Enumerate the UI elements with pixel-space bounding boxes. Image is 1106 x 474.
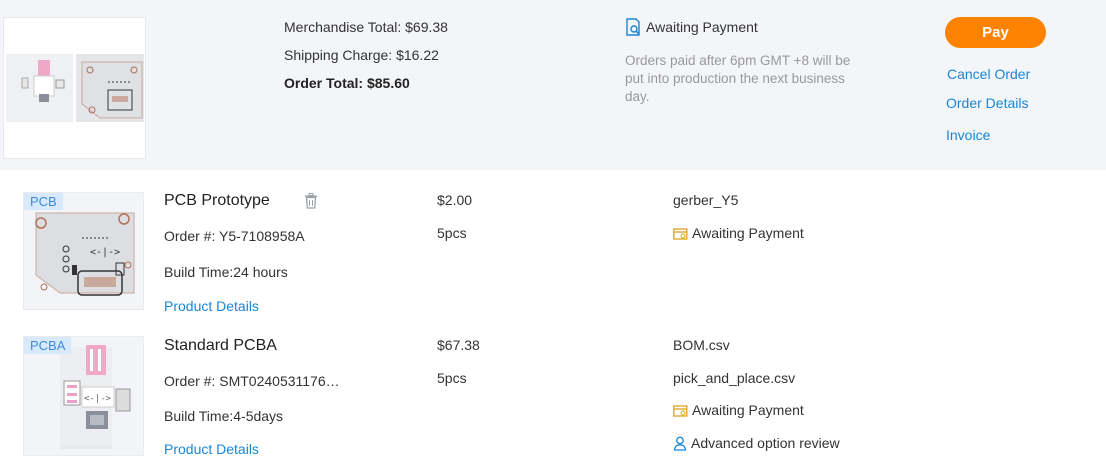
pcb-product-image: <-|-> PCB: [23, 192, 144, 310]
payment-card-icon: [673, 227, 688, 240]
product-details-link[interactable]: Product Details: [164, 298, 259, 314]
order-thumbnail: [3, 17, 146, 159]
order-totals: Merchandise Total: $69.38 Shipping Charg…: [284, 18, 448, 102]
item-status: Awaiting Payment: [673, 402, 804, 418]
order-details-link[interactable]: Order Details: [946, 95, 1028, 111]
order-summary: Merchandise Total: $69.38 Shipping Charg…: [0, 0, 1106, 170]
product-details-link[interactable]: Product Details: [164, 441, 259, 457]
production-note: Orders paid after 6pm GMT +8 will be put…: [625, 53, 851, 104]
payment-status-block: Awaiting Payment Orders paid after 6pm G…: [625, 18, 865, 106]
file-name[interactable]: gerber_Y5: [673, 192, 738, 208]
order-item-pcb: <-|-> PCB PCB Prototype Order #: Y5-7108…: [0, 170, 1106, 320]
file-name-bom[interactable]: BOM.csv: [673, 337, 730, 353]
trash-icon[interactable]: [304, 193, 318, 212]
merchandise-total: Merchandise Total: $69.38: [284, 19, 448, 35]
product-tag: PCBA: [24, 337, 72, 354]
search-document-icon: [625, 18, 642, 36]
review-status: Advanced option review: [673, 435, 840, 451]
cancel-order-link[interactable]: Cancel Order: [947, 66, 1030, 82]
item-status-text: Awaiting Payment: [692, 402, 804, 418]
pcba-board-image: <-|->: [60, 345, 131, 449]
pay-button[interactable]: Pay: [945, 17, 1046, 48]
svg-text:<-|->: <-|->: [84, 394, 112, 404]
order-number: Order #: SMT0240531176…: [164, 373, 340, 389]
board-thumbnail-image: [6, 54, 144, 122]
pcb-board-image: <-|->: [35, 212, 135, 296]
user-review-icon: [673, 436, 687, 451]
item-quantity: 5pcs: [437, 225, 467, 241]
order-status-text: Awaiting Payment: [646, 19, 758, 35]
order-actions: Pay Cancel Order Order Details Invoice: [945, 17, 1046, 143]
payment-card-icon: [673, 404, 688, 417]
item-status: Awaiting Payment: [673, 225, 804, 241]
pcba-product-image: <-|-> PCBA: [23, 336, 144, 456]
item-price: $2.00: [437, 192, 473, 208]
product-name: Standard PCBA: [164, 337, 277, 354]
product-name: PCB Prototype: [164, 192, 270, 209]
shipping-charge: Shipping Charge: $16.22: [284, 47, 439, 63]
svg-text:<-|->: <-|->: [90, 247, 120, 258]
file-name-pick-and-place[interactable]: pick_and_place.csv: [673, 370, 795, 386]
invoice-link[interactable]: Invoice: [946, 127, 990, 143]
item-status-text: Awaiting Payment: [692, 225, 804, 241]
item-price: $67.38: [437, 337, 480, 353]
order-number: Order #: Y5-7108958A: [164, 228, 305, 244]
review-status-text: Advanced option review: [691, 435, 840, 451]
order-total: Order Total: $85.60: [284, 75, 410, 91]
order-item-pcba: <-|-> PCBA Standard PCBA Order #: SMT024…: [0, 322, 1106, 472]
build-time: Build Time:4-5days: [164, 408, 284, 424]
product-tag: PCB: [24, 193, 63, 210]
build-time: Build Time:24 hours: [164, 264, 288, 280]
item-quantity: 5pcs: [437, 370, 467, 386]
